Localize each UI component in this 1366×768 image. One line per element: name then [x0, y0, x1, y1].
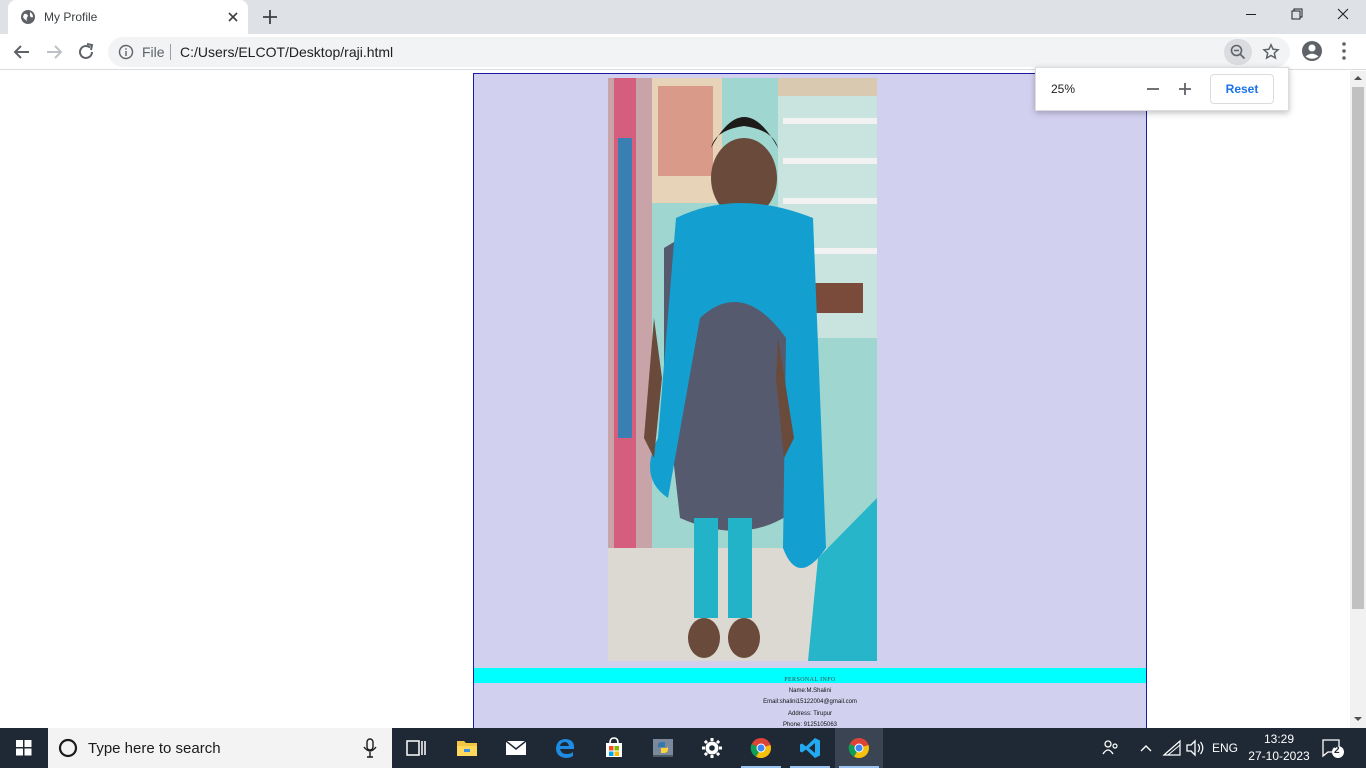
zoom-indicator[interactable] [1224, 39, 1252, 65]
clock-date: 27-10-2023 [1248, 749, 1310, 763]
folder-icon [457, 741, 477, 756]
close-window-icon[interactable] [1320, 0, 1366, 30]
close-tab-icon[interactable] [224, 8, 242, 26]
task-view-icon [406, 740, 426, 756]
language-indicator[interactable]: ENG [1212, 741, 1238, 755]
windows-start-icon[interactable] [0, 728, 48, 768]
info-name: Name:M.Shalini [788, 688, 832, 694]
address-bar[interactable]: File C:/Users/ELCOT/Desktop/raji.html [108, 37, 1290, 67]
taskbar-chrome-active[interactable] [835, 728, 883, 768]
system-clock[interactable]: 13:29 27-10-2023 [1248, 731, 1310, 765]
taskbar-python-idle[interactable] [639, 728, 687, 768]
minimize-icon[interactable] [1228, 0, 1274, 30]
omnibox-divider [170, 44, 171, 60]
chrome-icon [848, 738, 869, 759]
taskbar-search-box[interactable]: Type here to search [48, 728, 392, 768]
zoom-popup: 25% Reset [1035, 67, 1289, 111]
reload-icon[interactable] [74, 40, 98, 64]
search-placeholder: Type here to search [88, 740, 221, 757]
info-icon[interactable] [118, 44, 134, 60]
forward-icon[interactable] [42, 40, 66, 64]
people-icon[interactable] [1100, 738, 1120, 758]
tab-title: My Profile [44, 10, 98, 24]
gear-icon [702, 738, 722, 758]
personal-info-heading: PERSONAL INFO [474, 668, 1146, 683]
personal-info-heading-text: PERSONAL INFO [784, 677, 836, 683]
url-text[interactable]: C:/Users/ELCOT/Desktop/raji.html [180, 44, 393, 60]
notification-icon [1322, 739, 1344, 758]
scroll-down-arrow-icon[interactable] [1354, 715, 1362, 723]
zoom-out-button[interactable] [1144, 80, 1162, 98]
vertical-scrollbar[interactable] [1350, 71, 1366, 728]
scroll-thumb[interactable] [1352, 87, 1364, 609]
taskbar: Type here to search ENG 13:29 27-10-2023… [0, 728, 1366, 768]
task-view-button[interactable] [392, 728, 440, 768]
taskbar-store[interactable] [590, 728, 638, 768]
wifi-icon[interactable] [1162, 739, 1182, 757]
mail-icon [505, 740, 527, 755]
scheme-label: File [142, 44, 165, 60]
page-viewport: PERSONAL INFO Name:M.Shalini Email:shali… [0, 71, 1350, 728]
globe-icon [21, 10, 35, 24]
taskbar-edge[interactable] [541, 728, 589, 768]
restore-icon[interactable] [1274, 0, 1320, 30]
taskbar-file-explorer[interactable] [443, 728, 491, 768]
clock-time: 13:29 [1263, 732, 1295, 746]
profile-photo [608, 78, 877, 661]
browser-toolbar: File C:/Users/ELCOT/Desktop/raji.html [0, 34, 1366, 70]
more-menu-icon[interactable] [1332, 39, 1356, 63]
edge-icon [556, 739, 575, 758]
zoom-out-icon [1230, 44, 1246, 60]
taskbar-chrome[interactable] [737, 728, 785, 768]
account-icon[interactable] [1300, 39, 1324, 63]
tab-strip: My Profile [0, 0, 1366, 34]
bookmark-star-icon[interactable] [1262, 43, 1280, 61]
action-center-button[interactable]: 2 [1322, 738, 1344, 758]
zoom-level-text: 25% [1051, 82, 1076, 96]
zoom-in-button[interactable] [1176, 80, 1194, 98]
volume-icon[interactable] [1185, 739, 1205, 757]
taskbar-vscode[interactable] [786, 728, 834, 768]
chevron-up-icon[interactable] [1138, 740, 1154, 756]
info-email: Email:shalini15122004@gmail.com [763, 699, 857, 705]
store-icon [606, 737, 622, 757]
vscode-icon [800, 738, 820, 758]
taskbar-mail[interactable] [492, 728, 540, 768]
new-tab-icon[interactable] [260, 7, 280, 27]
chrome-icon [750, 738, 771, 759]
scroll-up-arrow-icon[interactable] [1354, 74, 1362, 82]
zoom-reset-button[interactable]: Reset [1210, 74, 1274, 104]
python-icon [653, 739, 673, 757]
tab-my-profile[interactable]: My Profile [8, 0, 248, 34]
microphone-icon[interactable] [362, 738, 378, 758]
taskbar-settings[interactable] [688, 728, 736, 768]
cortana-icon [58, 738, 78, 758]
info-address: Address: Tirupur [787, 711, 833, 717]
notification-count: 2 [1334, 745, 1340, 756]
profile-card: PERSONAL INFO Name:M.Shalini Email:shali… [473, 73, 1147, 728]
back-icon[interactable] [10, 40, 34, 64]
